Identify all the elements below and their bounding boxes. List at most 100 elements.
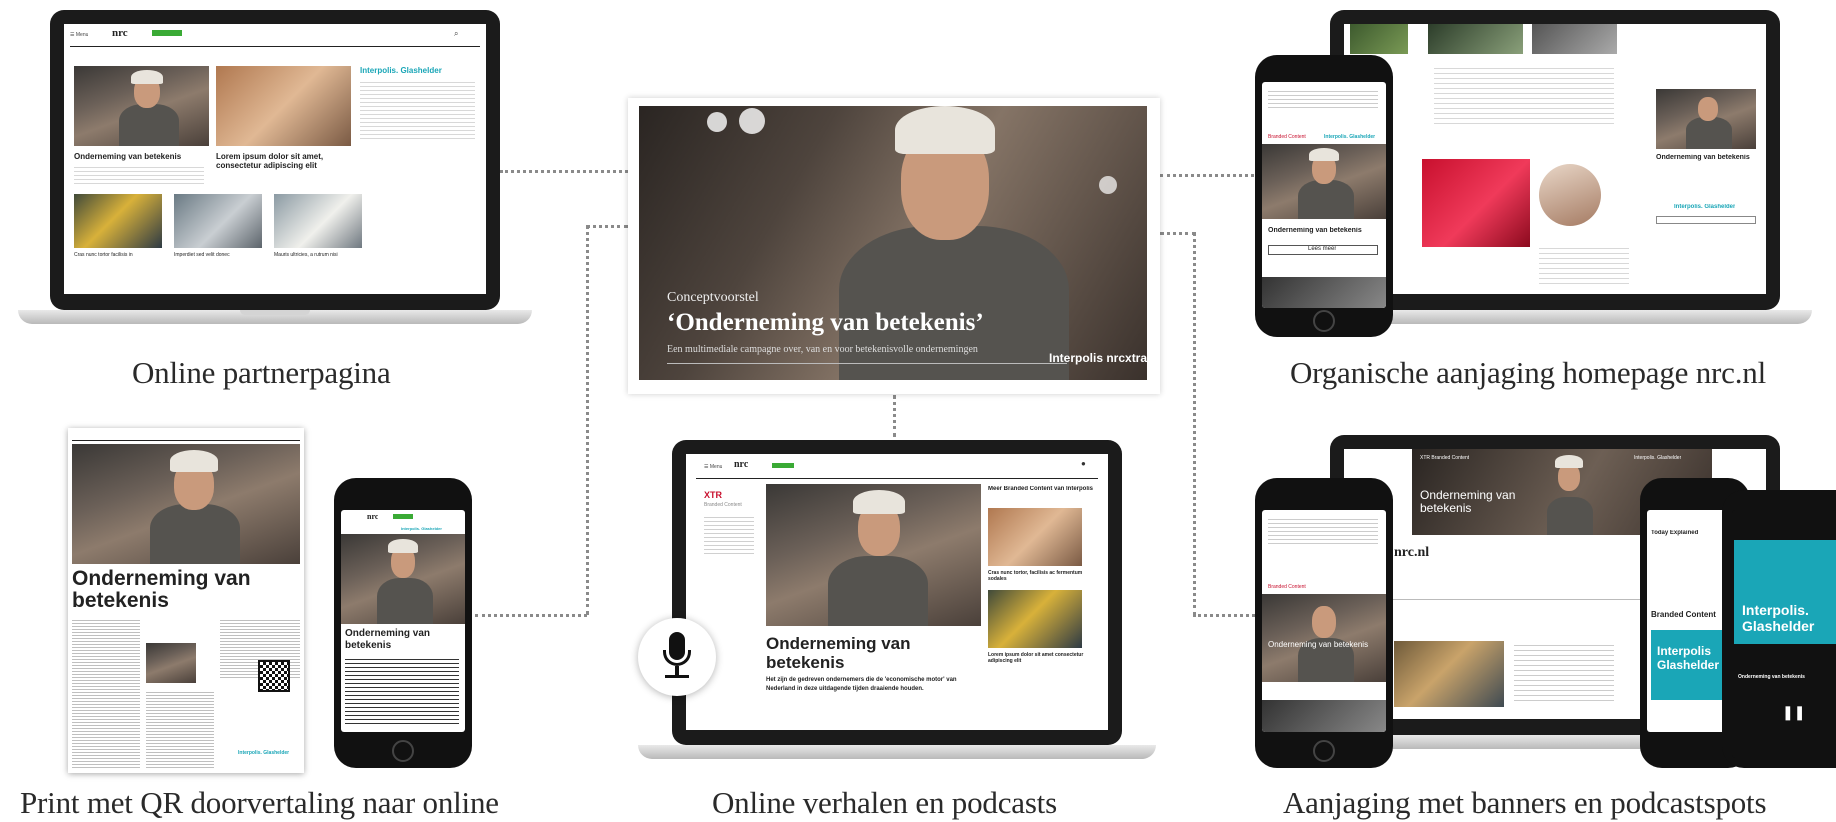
pause-icon[interactable]: ❚❚ <box>1782 704 1805 721</box>
user-icon[interactable]: ● <box>1081 459 1086 468</box>
hero-kicker: Conceptvoorstel <box>667 290 759 305</box>
banners-phone-bottom <box>1262 700 1386 732</box>
print-page: Onderneming van betekenis Interpolis. Gl… <box>68 428 304 773</box>
hero-divider <box>667 363 1067 364</box>
stories-branded: Branded Content <box>704 502 742 508</box>
homepage-thumb-c <box>1532 24 1617 54</box>
banners-phone-left-home-button[interactable] <box>1313 740 1335 762</box>
banners-banner-title[interactable]: Onderneming van betekenis <box>1420 489 1540 515</box>
homepage-phone-screen: Branded Content Interpolis. Glashelder O… <box>1262 82 1386 308</box>
print-topline <box>72 440 300 441</box>
homepage-side-headline[interactable]: Onderneming van betekenis <box>1656 154 1756 162</box>
caption-partner: Online partnerpagina <box>132 355 391 390</box>
partner-badge[interactable] <box>152 30 182 36</box>
partner-side-title[interactable]: Interpolis. Glashelder <box>360 66 442 75</box>
homepage-phone-image <box>1262 144 1386 219</box>
partner-menu[interactable]: ☰ Menu <box>70 32 88 38</box>
hero-logo: Interpolis nrcxtra <box>1049 351 1147 365</box>
homepage-phone-text <box>1268 88 1378 108</box>
homepage-thumb-a <box>1350 24 1408 54</box>
hero-person-suit <box>839 226 1069 380</box>
banners-phone-image[interactable] <box>1262 594 1386 682</box>
print-phone-interpolis: Interpolis. Glashelder <box>401 526 442 531</box>
homepage-red-image <box>1422 159 1530 247</box>
banners-brand[interactable]: nrc.nl <box>1394 545 1429 561</box>
search-icon[interactable]: ⌕ <box>454 29 458 39</box>
partner-topline <box>70 46 480 47</box>
homepage-phone-headline[interactable]: Onderneming van betekenis <box>1268 227 1362 234</box>
stories-side-caption-2[interactable]: Lorem ipsum dolor sit amet consectetur a… <box>988 652 1084 664</box>
homepage-portrait <box>1539 164 1601 226</box>
stories-hero-image <box>766 484 981 626</box>
print-inline-image <box>146 643 196 683</box>
homepage-col-text <box>1539 244 1629 284</box>
partner-brand[interactable]: nrc <box>112 27 128 39</box>
stories-side-title: Meer Branded Content van Interpolis <box>988 486 1094 492</box>
homepage-side-image <box>1656 89 1756 149</box>
hero-light <box>739 108 765 134</box>
caption-homepage: Organische aanjaging homepage nrc.nl <box>1290 355 1766 390</box>
hero-person-helmet <box>895 106 995 154</box>
banners-section: Branded Content <box>1651 610 1716 619</box>
homepage-thumb-b <box>1428 24 1523 54</box>
stories-topline <box>696 478 1098 479</box>
stories-xtr: XTR <box>704 490 722 500</box>
print-phone-home-button[interactable] <box>392 740 414 762</box>
print-phone-image <box>341 534 465 624</box>
caption-banners: Aanjaging met banners en podcastspots <box>1283 785 1767 820</box>
stories-laptop-base <box>638 745 1156 759</box>
banners-podcast-title: Interpolis. Glashelder <box>1742 602 1815 634</box>
hero-light <box>707 112 727 132</box>
partner-thumb-caption-2[interactable]: Imperdiet sed velit donec <box>174 252 262 258</box>
banners-phone-right-screen: Interpolis. Glashelder Onderneming van b… <box>1732 510 1836 758</box>
print-phone-badge <box>393 514 413 519</box>
caption-print: Print met QR doorvertaling naar online <box>20 785 499 820</box>
stories-body: Het zijn de gedreven ondernemers die de … <box>766 677 957 692</box>
banners-phone-left-screen: Branded Content Onderneming van betekeni… <box>1262 510 1386 732</box>
connector-hero-print-h1 <box>586 225 628 228</box>
stories-side-image-2 <box>988 590 1082 648</box>
homepage-side-interpolis[interactable]: Interpolis. Glashelder <box>1674 204 1735 210</box>
stories-headline[interactable]: Onderneming van betekenis <box>766 634 981 672</box>
print-hero-image <box>72 444 300 564</box>
connector-hero-banners-h2 <box>1193 614 1255 617</box>
connector-hero-banners-h1 <box>1160 232 1196 235</box>
partner-laptop-notch <box>240 310 310 315</box>
print-phone-screen: nrc Interpolis. Glashelder Onderneming v… <box>341 510 465 732</box>
stories-side-caption-1[interactable]: Cras nunc tortor, facilisis ac fermentum… <box>988 570 1084 582</box>
stories-badge[interactable] <box>772 463 794 468</box>
qr-code-icon <box>258 660 290 692</box>
banners-banner-branded: XTR Branded Content <box>1420 455 1470 461</box>
connector-hero-print-h2 <box>475 614 587 617</box>
partner-body-text <box>74 164 204 184</box>
stories-menu[interactable]: ☰ Menu <box>704 464 722 470</box>
connector-hero-banners-v <box>1193 232 1196 616</box>
print-phone-brand: nrc <box>367 512 379 521</box>
print-phone-title[interactable]: Onderneming van betekenis <box>345 628 463 652</box>
partner-thumb-caption-1[interactable]: Cras nunc tortor facilisis in <box>74 252 162 258</box>
banners-phone-headline[interactable]: Onderneming van betekenis <box>1268 640 1378 650</box>
partner-headline-2[interactable]: Lorem ipsum dolor sit amet, consectetur … <box>216 152 351 172</box>
print-title: Onderneming van betekenis <box>72 568 251 612</box>
connector-hero-print-v <box>586 225 589 615</box>
partner-screen: ☰ Menu nrc ⌕ Onderneming van betekenis L… <box>64 24 486 294</box>
homepage-phone-readmore-label[interactable]: Lees meer <box>1308 246 1336 252</box>
stories-brand[interactable]: nrc <box>734 459 748 470</box>
podcast-mic-icon[interactable] <box>638 618 716 696</box>
stories-left-text <box>704 514 754 554</box>
hero-image: Conceptvoorstel ‘Onderneming van beteken… <box>639 106 1147 380</box>
connector-hero-down <box>893 395 896 437</box>
partner-thumb-2 <box>174 194 262 248</box>
partner-thumb-1 <box>74 194 162 248</box>
homepage-phone-home-button[interactable] <box>1313 310 1335 332</box>
partner-thumb-caption-3[interactable]: Mauris ultricies, a rutrum nisi <box>274 252 362 258</box>
homepage-phone-bottom-image <box>1262 277 1386 308</box>
homepage-side-read[interactable] <box>1656 216 1756 224</box>
hero-light <box>1099 176 1117 194</box>
hero-card: Conceptvoorstel ‘Onderneming van beteken… <box>628 98 1160 394</box>
homepage-text-block <box>1434 64 1614 124</box>
banners-today: Today Explained <box>1651 530 1699 536</box>
partner-headline[interactable]: Onderneming van betekenis <box>74 152 209 161</box>
banners-phone-text <box>1268 516 1378 546</box>
partner-thumb-3 <box>274 194 362 248</box>
